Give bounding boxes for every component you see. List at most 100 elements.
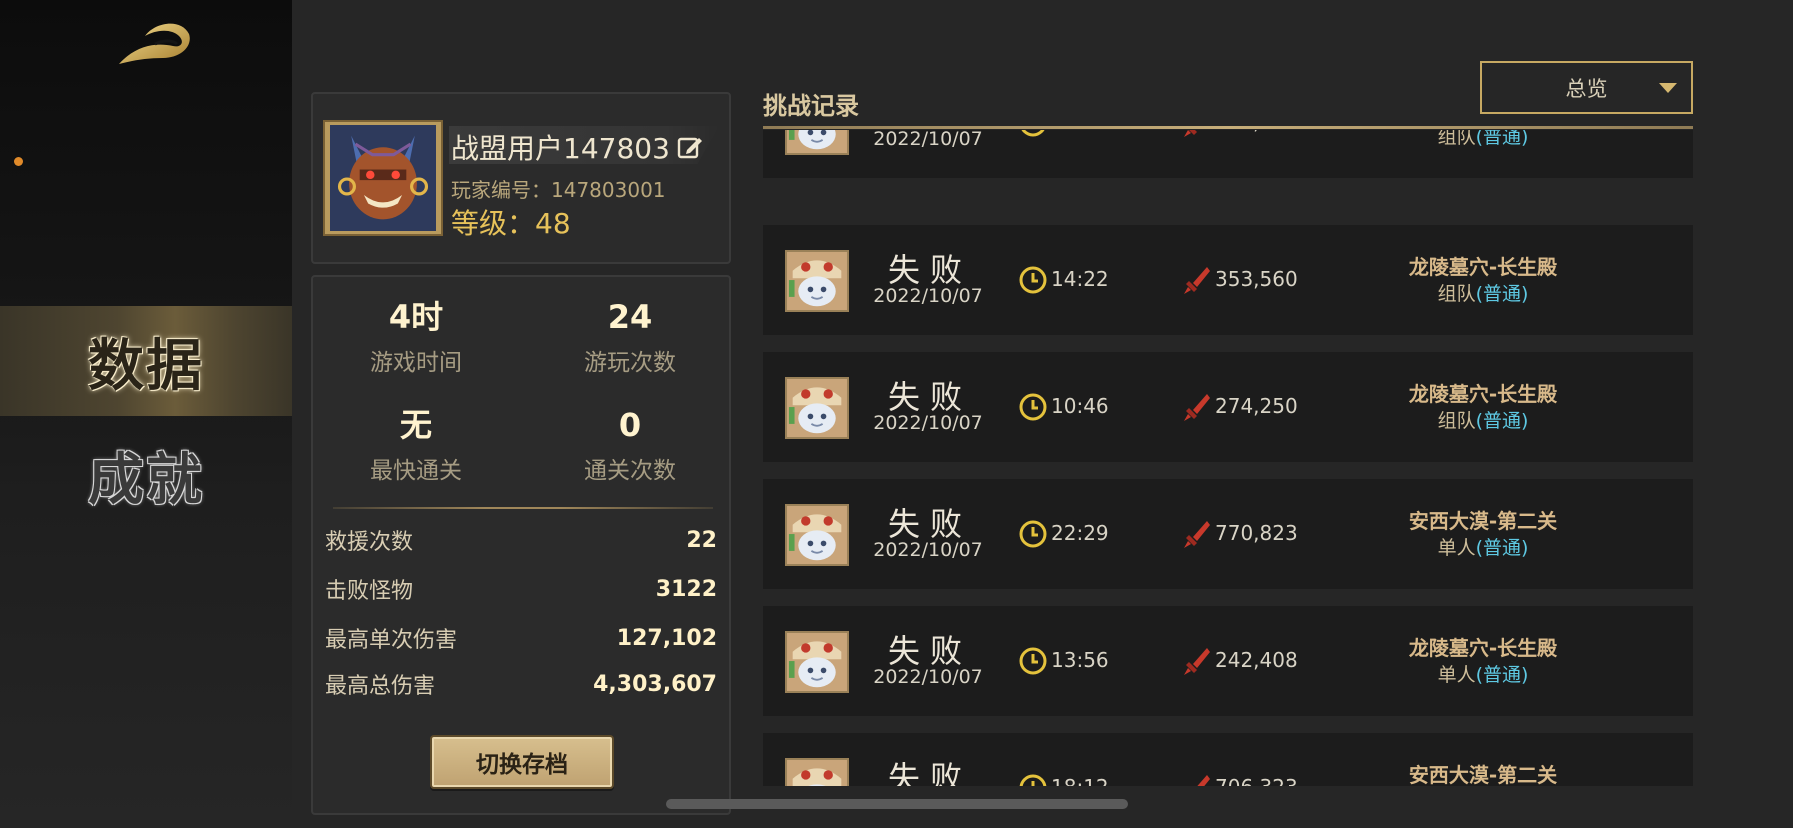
record-difficulty: (普通) — [1475, 130, 1529, 148]
record-row[interactable]: 失败 2022/10/07 22:29 770,823 安西大漠-第二关 单人(… — [763, 479, 1693, 589]
record-difficulty: (普通) — [1475, 537, 1529, 559]
clock-icon — [1021, 130, 1045, 137]
record-damage: 770,823 — [1215, 521, 1298, 545]
record-mode: 组队(普通) — [1363, 130, 1603, 149]
record-character-icon — [785, 250, 849, 312]
record-mode: 单人(普通) — [1363, 533, 1603, 560]
record-damage: 274,250 — [1215, 394, 1298, 418]
stats-divider — [333, 507, 713, 509]
record-character-icon — [785, 504, 849, 566]
record-date: 2022/10/07 — [873, 539, 983, 561]
sword-icon — [1184, 267, 1210, 294]
record-time: 13:56 — [1051, 648, 1109, 672]
record-difficulty: (普通) — [1475, 410, 1529, 432]
stats-card: 4时 游戏时间 24 游玩次数 无 最快通关 0 通关次数 救援次数 22 击败… — [311, 275, 731, 815]
player-level: 等级：48 — [451, 207, 571, 240]
stat-fastest-clear-value: 无 — [399, 406, 432, 444]
record-date: 2022/10/07 — [873, 285, 983, 307]
record-row[interactable]: 失败 2022/10/07 13:56 242,408 龙陵墓穴-长生殿 单人(… — [763, 606, 1693, 716]
record-date: 2022/10/07 — [873, 130, 983, 150]
switch-save-button[interactable]: 切换存档 — [430, 735, 614, 789]
records-title: 挑战记录 — [763, 92, 859, 120]
avatar-image — [330, 125, 436, 231]
stat-row-value: 22 — [686, 527, 717, 553]
stat-row-value: 3122 — [655, 576, 717, 602]
record-damage: 242,408 — [1215, 648, 1298, 672]
stat-clear-count-label: 通关次数 — [584, 458, 676, 484]
avatar[interactable] — [323, 120, 443, 236]
record-time: 18:12 — [1051, 775, 1109, 786]
record-time: 21:04 — [1051, 130, 1109, 134]
record-time: 10:46 — [1051, 394, 1109, 418]
records-list[interactable]: 失败 2022/10/07 21:04 614,363 安西大漠-第二关 组队(… — [763, 130, 1693, 786]
record-row[interactable]: 失败 2022/10/07 21:04 614,363 安西大漠-第二关 组队(… — [763, 130, 1693, 178]
profile-card: 战盟用户147803 玩家编号：147803001 等级：48 — [311, 92, 731, 264]
record-time: 22:29 — [1051, 521, 1109, 545]
stat-row-kills: 击败怪物 3122 — [325, 574, 717, 605]
stat-row-max-single-damage: 最高单次伤害 127,102 — [325, 623, 717, 654]
stat-play-count-value: 24 — [607, 298, 653, 336]
nav-achievements[interactable]: 成就 — [0, 420, 292, 530]
sword-icon — [1197, 775, 1210, 786]
record-stage: 龙陵墓穴-长生殿 — [1408, 636, 1558, 660]
record-damage: 706,323 — [1215, 775, 1298, 786]
record-character-icon — [785, 130, 849, 155]
record-difficulty: (普通) — [1475, 664, 1529, 686]
nav-data[interactable]: 数据 — [0, 306, 292, 416]
record-damage: 614,363 — [1215, 130, 1298, 134]
record-difficulty: (普通) — [1475, 283, 1529, 305]
stat-fastest-clear-label: 最快通关 — [370, 458, 462, 484]
record-date: 2022/10/07 — [873, 412, 983, 434]
player-name: 战盟用户147803 — [451, 132, 670, 165]
record-row[interactable]: 失败 2022/10/07 14:22 353,560 龙陵墓穴-长生殿 组队(… — [763, 225, 1693, 335]
record-mode-type: 组队 — [1437, 283, 1476, 305]
stat-play-time-value: 4时 — [388, 298, 444, 336]
record-row[interactable]: 失败 18:12 706,323 安西大漠-第二关 — [763, 733, 1693, 786]
stat-clear-count: 0 通关次数 — [530, 405, 730, 485]
records-divider — [763, 126, 1693, 129]
stat-row-label: 最高总伤害 — [325, 674, 436, 699]
stat-fastest-clear: 无 最快通关 — [316, 405, 516, 485]
sword-icon — [1184, 394, 1210, 421]
sword-icon — [1184, 130, 1197, 137]
stat-clear-count-value: 0 — [618, 406, 642, 444]
filter-dropdown-label: 总览 — [1565, 76, 1608, 101]
record-damage: 353,560 — [1215, 267, 1298, 291]
record-mode-type: 组队 — [1437, 410, 1476, 432]
record-stage: 安西大漠-第二关 — [1408, 509, 1558, 533]
clock-icon — [1019, 393, 1047, 421]
stat-row-value: 4,303,607 — [593, 671, 717, 697]
record-stage: 龙陵墓穴-长生殿 — [1408, 255, 1558, 279]
filter-dropdown[interactable]: 总览 — [1480, 61, 1693, 114]
record-mode: 组队(普通) — [1363, 406, 1603, 433]
stat-play-count: 24 游玩次数 — [530, 297, 730, 377]
stat-row-label: 救援次数 — [325, 530, 414, 555]
record-stage: 安西大漠-第二关 — [1408, 763, 1558, 786]
stat-row-rescues: 救援次数 22 — [325, 525, 717, 556]
record-row[interactable]: 失败 2022/10/07 10:46 274,250 龙陵墓穴-长生殿 组队(… — [763, 352, 1693, 462]
record-result: 失败 — [887, 759, 972, 786]
record-mode: 单人(普通) — [1363, 660, 1603, 687]
stat-play-time-label: 游戏时间 — [370, 350, 462, 376]
stat-play-count-label: 游玩次数 — [584, 350, 676, 376]
record-time: 14:22 — [1051, 267, 1109, 291]
stat-row-value: 127,102 — [616, 625, 717, 651]
record-character-icon — [785, 377, 849, 439]
record-mode-type: 组队 — [1437, 130, 1476, 148]
sword-icon — [1184, 521, 1210, 548]
notification-dot — [14, 157, 23, 166]
record-date: 2022/10/07 — [873, 666, 983, 688]
sidebar: 数据 成就 — [0, 0, 292, 828]
clock-icon — [1019, 647, 1047, 675]
clock-icon — [1019, 266, 1047, 294]
stat-row-label: 击败怪物 — [325, 579, 414, 604]
record-mode-type: 单人 — [1437, 664, 1476, 686]
edit-icon[interactable] — [676, 133, 704, 161]
player-name-row: 战盟用户147803 — [451, 127, 704, 167]
record-character-icon — [785, 758, 849, 786]
horizontal-scrollbar[interactable] — [666, 799, 1128, 809]
clock-icon — [1019, 774, 1047, 786]
stat-play-time: 4时 游戏时间 — [316, 297, 516, 377]
record-mode: 组队(普通) — [1363, 279, 1603, 306]
logo-icon — [119, 23, 190, 65]
